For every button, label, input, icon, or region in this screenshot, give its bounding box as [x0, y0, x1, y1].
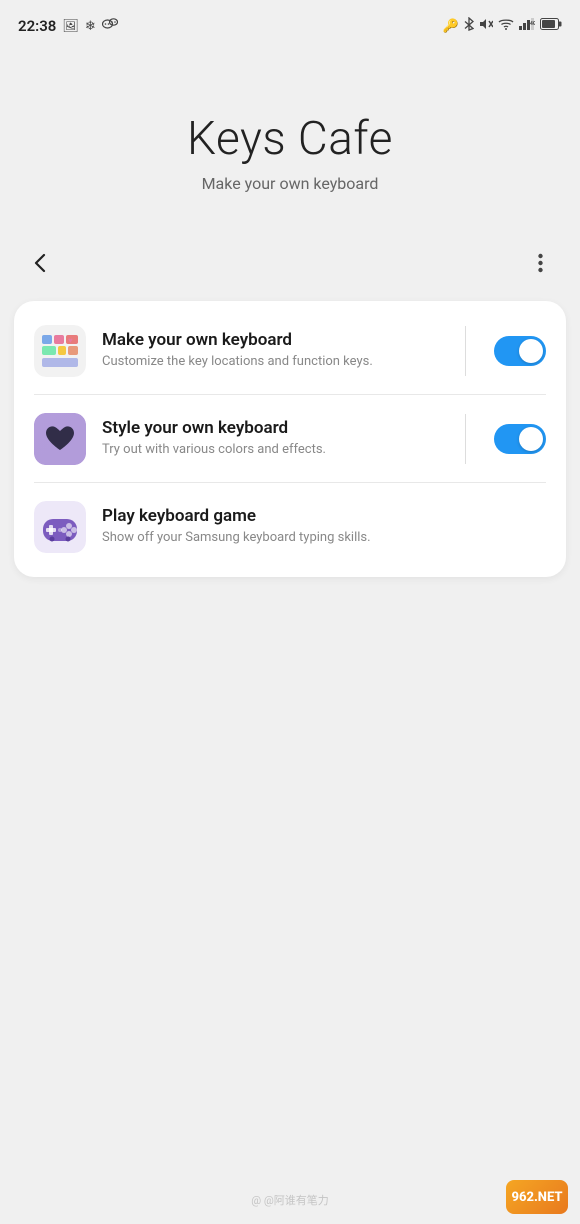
more-dots-icon [538, 252, 543, 274]
style-keyboard-title: Style your own keyboard [102, 418, 451, 438]
make-keyboard-toggle[interactable] [494, 336, 546, 366]
wifi-icon [498, 18, 514, 34]
style-keyboard-toggle[interactable] [494, 424, 546, 454]
style-keyboard-desc: Try out with various colors and effects. [102, 441, 451, 459]
app-title: Keys Cafe [187, 112, 393, 166]
mute-icon [479, 17, 493, 35]
make-keyboard-toggle-group [451, 326, 546, 376]
status-left: 22:38 🖼 ❄ [18, 17, 118, 35]
play-game-content: Play keyboard game Show off your Samsung… [102, 506, 546, 547]
features-card: ♥ Make your own keyboard Customize the k… [14, 301, 566, 577]
svg-text:4G: 4G [530, 21, 535, 27]
make-keyboard-item[interactable]: ♥ Make your own keyboard Customize the k… [14, 307, 566, 395]
wechat-icon [102, 17, 118, 35]
back-button[interactable] [20, 243, 60, 283]
status-right: 🔑 [443, 17, 562, 35]
bluetooth-icon [464, 17, 474, 35]
watermark-text: @ @阿谁有笔力 [251, 1192, 328, 1208]
brand-badge: 962.NET [506, 1180, 568, 1214]
watermark: @ @阿谁有笔力 [251, 1192, 328, 1208]
make-keyboard-content: Make your own keyboard Customize the key… [102, 330, 451, 371]
make-keyboard-title: Make your own keyboard [102, 330, 451, 350]
style-keyboard-content: Style your own keyboard Try out with var… [102, 418, 451, 459]
play-game-desc: Show off your Samsung keyboard typing sk… [102, 529, 546, 547]
snowflake-icon: ❄ [85, 19, 96, 34]
back-arrow-icon [29, 252, 51, 274]
play-game-title: Play keyboard game [102, 506, 546, 526]
make-keyboard-desc: Customize the key locations and function… [102, 353, 451, 371]
keyboard-icon: ♥ [34, 325, 86, 377]
photo-icon: 🖼 [62, 19, 79, 34]
key-icon: 🔑 [443, 19, 459, 34]
more-options-button[interactable] [520, 243, 560, 283]
divider-2 [465, 414, 466, 464]
battery-icon [540, 18, 562, 34]
app-subtitle: Make your own keyboard [202, 174, 379, 193]
divider-1 [465, 326, 466, 376]
badge-text: 962.NET [511, 1190, 562, 1205]
play-game-item[interactable]: Play keyboard game Show off your Samsung… [14, 483, 566, 571]
style-keyboard-item[interactable]: Style your own keyboard Try out with var… [14, 395, 566, 483]
svg-text:♥: ♥ [68, 336, 73, 345]
game-icon [34, 501, 86, 553]
style-keyboard-toggle-group [451, 414, 546, 464]
style-icon [34, 413, 86, 465]
hero-section: Keys Cafe Make your own keyboard [0, 52, 580, 233]
status-time: 22:38 [18, 17, 56, 35]
status-bar: 22:38 🖼 ❄ 🔑 [0, 0, 580, 52]
signal-icon: 4G [519, 18, 535, 34]
nav-bar [0, 233, 580, 293]
